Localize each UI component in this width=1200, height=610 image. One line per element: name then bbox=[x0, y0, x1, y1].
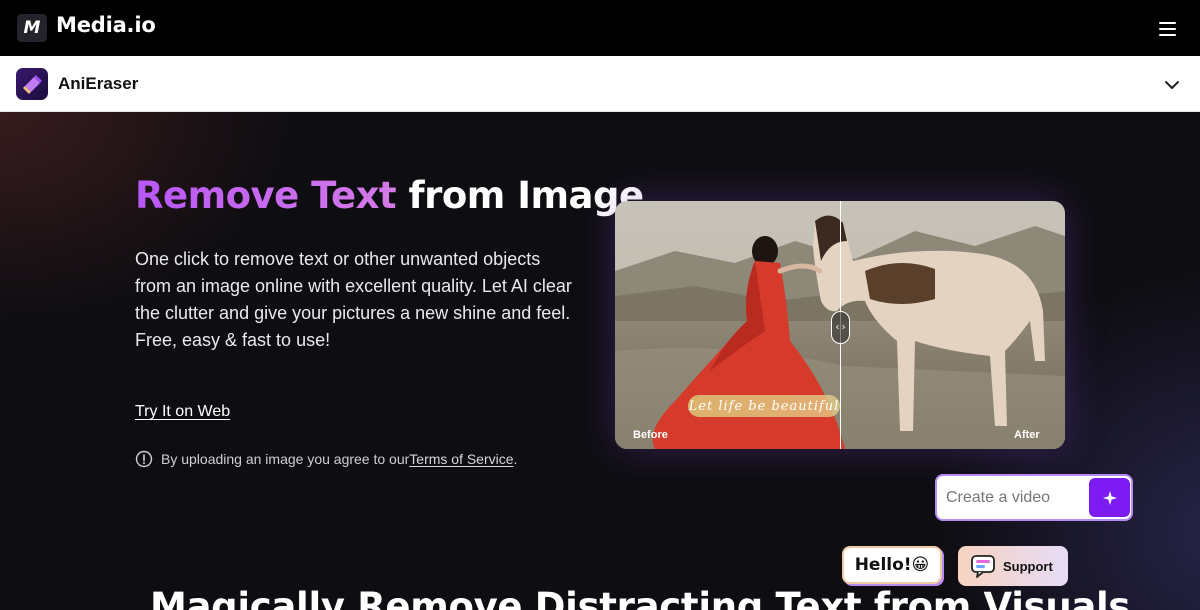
top-nav-bar: M Media.io bbox=[0, 0, 1200, 56]
upload-notice: By uploading an image you agree to our T… bbox=[135, 450, 517, 468]
support-label: Support bbox=[1003, 558, 1053, 574]
section-heading: Magically Remove Distracting Text from V… bbox=[150, 585, 1131, 610]
hamburger-menu-icon[interactable] bbox=[1159, 22, 1176, 36]
chevron-down-icon[interactable] bbox=[1163, 76, 1181, 94]
create-video-widget bbox=[935, 474, 1133, 521]
chat-support-icon bbox=[971, 555, 995, 578]
create-video-input[interactable] bbox=[946, 486, 1086, 510]
sample-overlay-text: Let life be beautiful bbox=[688, 395, 840, 417]
brand-name[interactable]: Media.io bbox=[56, 13, 156, 37]
after-label: After bbox=[1014, 429, 1040, 441]
anieraser-logo-icon[interactable] bbox=[16, 68, 48, 100]
hero-description: One click to remove text or other unwant… bbox=[135, 249, 572, 350]
terms-of-service-link[interactable]: Terms of Service bbox=[409, 451, 513, 467]
before-after-comparison[interactable]: Let life be beautiful ‹› Before After bbox=[615, 201, 1065, 449]
hello-chat-bubble[interactable]: Hello!😀 bbox=[842, 546, 942, 584]
comparison-slider-handle[interactable]: ‹› bbox=[831, 311, 850, 344]
info-icon bbox=[135, 450, 153, 468]
create-video-submit-button[interactable] bbox=[1089, 478, 1130, 517]
try-it-on-web-link[interactable]: Try It on Web bbox=[135, 403, 230, 421]
hero-title-rest: from Image bbox=[408, 174, 645, 217]
support-button[interactable]: Support bbox=[958, 546, 1068, 586]
product-bar: AniEraser bbox=[0, 56, 1200, 112]
notice-suffix: . bbox=[513, 451, 518, 467]
hero-title: Remove Text from Image bbox=[135, 174, 644, 217]
sparkle-icon bbox=[1102, 490, 1117, 505]
before-label: Before bbox=[633, 429, 668, 441]
notice-text: By uploading an image you agree to our bbox=[161, 451, 410, 467]
media-io-logo-icon[interactable]: M bbox=[17, 14, 47, 42]
product-name[interactable]: AniEraser bbox=[58, 74, 138, 94]
hero-section: Remove Text from Image One click to remo… bbox=[0, 112, 1200, 610]
hero-title-accent: Remove Text bbox=[135, 174, 397, 217]
